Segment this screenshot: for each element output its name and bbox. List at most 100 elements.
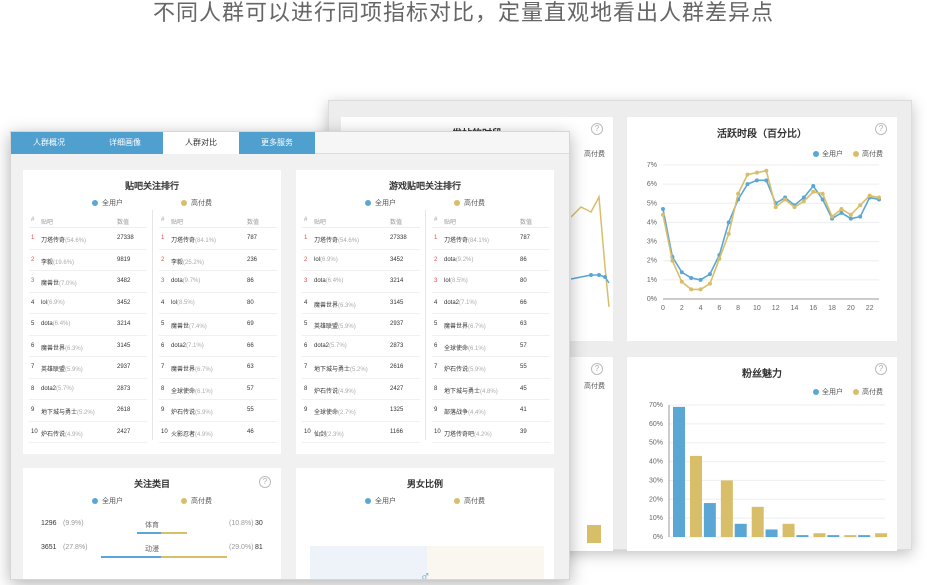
- help-icon[interactable]: ?: [259, 476, 271, 488]
- data-point[interactable]: [736, 191, 741, 196]
- rank-row[interactable]: 10 火影忍者(4.9%) 46: [159, 422, 277, 443]
- rank-row[interactable]: 7 炉石传说(5.9%) 55: [432, 357, 550, 379]
- bar[interactable]: [734, 523, 747, 537]
- bar[interactable]: [690, 455, 702, 537]
- data-point[interactable]: [858, 203, 863, 208]
- data-point[interactable]: [707, 272, 712, 277]
- data-point[interactable]: [679, 270, 684, 275]
- bar[interactable]: [765, 529, 778, 537]
- rank-row[interactable]: 2 lol(6.9%) 3452: [302, 250, 420, 271]
- rank-row[interactable]: 9 炉石传说(5.9%) 55: [159, 400, 277, 422]
- data-point[interactable]: [745, 172, 750, 177]
- rank-row[interactable]: 2 李毅(25.2%) 236: [159, 250, 277, 271]
- rank-row[interactable]: 5 英雄联盟(5.9%) 2937: [302, 314, 420, 336]
- rank-row[interactable]: 2 李毅(19.6%) 9819: [29, 250, 147, 271]
- rank-row[interactable]: 4 dota2(7.1%) 66: [432, 293, 550, 314]
- rank-row[interactable]: 1 刀塔传奇(54.6%) 27338: [302, 228, 420, 250]
- data-point[interactable]: [661, 207, 665, 212]
- data-point[interactable]: [754, 178, 759, 183]
- rank-row[interactable]: 3 lol(8.5%) 80: [432, 271, 550, 293]
- help-icon[interactable]: ?: [591, 123, 603, 135]
- rank-row[interactable]: 1 刀塔传奇(84.1%) 787: [159, 228, 277, 250]
- data-point[interactable]: [811, 189, 816, 194]
- rank-row[interactable]: 2 dota(9.2%) 86: [432, 250, 550, 271]
- rank-row[interactable]: 3 魔兽世(7.0%) 3482: [29, 271, 147, 293]
- data-point[interactable]: [689, 275, 694, 280]
- data-point[interactable]: [792, 205, 797, 210]
- data-point[interactable]: [830, 214, 835, 219]
- tab-crowd-compare[interactable]: 人群对比: [163, 132, 239, 154]
- data-point[interactable]: [726, 231, 731, 236]
- data-point[interactable]: [839, 210, 844, 215]
- bar[interactable]: [827, 535, 840, 537]
- help-icon[interactable]: ?: [875, 363, 887, 375]
- data-point[interactable]: [848, 212, 853, 217]
- rank-row[interactable]: 4 魔兽世界(6.3%) 3145: [302, 293, 420, 314]
- bar[interactable]: [782, 523, 795, 537]
- data-point[interactable]: [773, 205, 778, 210]
- data-point[interactable]: [745, 182, 750, 187]
- data-point[interactable]: [670, 258, 675, 263]
- rank-row[interactable]: 5 魔兽世(7.4%) 69: [159, 314, 277, 336]
- rank-row[interactable]: 5 魔兽世界(6.7%) 63: [432, 314, 550, 336]
- data-point[interactable]: [679, 279, 684, 284]
- rank-row[interactable]: 8 dota2(5.7%) 2873: [29, 379, 147, 400]
- rank-row[interactable]: 7 英雄联盟(5.9%) 2937: [29, 357, 147, 379]
- data-point[interactable]: [839, 207, 844, 212]
- data-point[interactable]: [726, 220, 731, 225]
- rank-row[interactable]: 6 dota2(5.7%) 2873: [302, 336, 420, 357]
- data-point[interactable]: [848, 216, 853, 221]
- bar[interactable]: [796, 535, 809, 537]
- data-point[interactable]: [867, 193, 872, 198]
- rank-row[interactable]: 10 刀塔传奇吧(4.2%) 39: [432, 422, 550, 443]
- bar[interactable]: [875, 533, 888, 537]
- data-point[interactable]: [801, 199, 806, 204]
- data-point[interactable]: [689, 287, 694, 292]
- bar[interactable]: [858, 535, 871, 537]
- rank-row[interactable]: 9 全球使命(2.7%) 1325: [302, 400, 420, 422]
- data-point[interactable]: [754, 170, 759, 175]
- rank-row[interactable]: 7 地下城与勇士(5.2%) 2616: [302, 357, 420, 379]
- data-point[interactable]: [698, 277, 703, 282]
- rank-row[interactable]: 1 刀塔传奇(84.1%) 787: [432, 228, 550, 250]
- rank-row[interactable]: 6 全球使命(6.1%) 57: [432, 336, 550, 357]
- help-icon[interactable]: ?: [591, 363, 603, 375]
- data-point[interactable]: [661, 212, 665, 217]
- data-point[interactable]: [783, 197, 788, 202]
- rank-row[interactable]: 5 dota(6.4%) 3214: [29, 314, 147, 336]
- rank-row[interactable]: 10 仙剑(2.3%) 1166: [302, 422, 420, 443]
- rank-row[interactable]: 8 全球使命(6.1%) 57: [159, 379, 277, 400]
- data-point[interactable]: [811, 184, 816, 189]
- rank-row[interactable]: 9 部落战争(4.4%) 41: [432, 400, 550, 422]
- rank-row[interactable]: 9 地下城与勇士(5.2%) 2618: [29, 400, 147, 422]
- bar[interactable]: [751, 506, 764, 537]
- rank-row[interactable]: 6 魔兽世界(6.3%) 3145: [29, 336, 147, 357]
- data-point[interactable]: [820, 191, 825, 196]
- bar[interactable]: [703, 503, 716, 537]
- rank-row[interactable]: 4 lol(8.5%) 80: [159, 293, 277, 314]
- data-point[interactable]: [707, 281, 712, 286]
- data-point[interactable]: [698, 287, 703, 292]
- data-point[interactable]: [764, 168, 769, 173]
- help-icon[interactable]: ?: [875, 123, 887, 135]
- rank-row[interactable]: 3 dota(9.7%) 86: [159, 271, 277, 293]
- bar[interactable]: [844, 535, 857, 537]
- rank-row[interactable]: 10 炉石传说(4.9%) 2427: [29, 422, 147, 443]
- tab-more-services[interactable]: 更多服务: [239, 132, 315, 154]
- rank-row[interactable]: 4 lol(6.9%) 3452: [29, 293, 147, 314]
- rank-row[interactable]: 1 刀塔传奇(54.6%) 27338: [29, 228, 147, 250]
- rank-row[interactable]: 3 dota(6.4%) 3214: [302, 271, 420, 293]
- bar[interactable]: [673, 406, 685, 537]
- tab-crowd-overview[interactable]: 人群概况: [11, 132, 87, 154]
- rank-row[interactable]: 8 地下城与勇士(4.8%) 45: [432, 379, 550, 400]
- tab-detail-profile[interactable]: 详细画像: [87, 132, 163, 154]
- rank-row[interactable]: 7 魔兽世界(6.7%) 63: [159, 357, 277, 379]
- data-point[interactable]: [717, 256, 722, 261]
- data-point[interactable]: [858, 214, 863, 219]
- bar[interactable]: [720, 480, 733, 537]
- bar[interactable]: [813, 533, 826, 537]
- rank-number: 2: [304, 256, 308, 263]
- rank-row[interactable]: 6 dota2(7.1%) 66: [159, 336, 277, 357]
- rank-row[interactable]: 8 炉石传说(4.9%) 2427: [302, 379, 420, 400]
- data-point[interactable]: [877, 195, 881, 200]
